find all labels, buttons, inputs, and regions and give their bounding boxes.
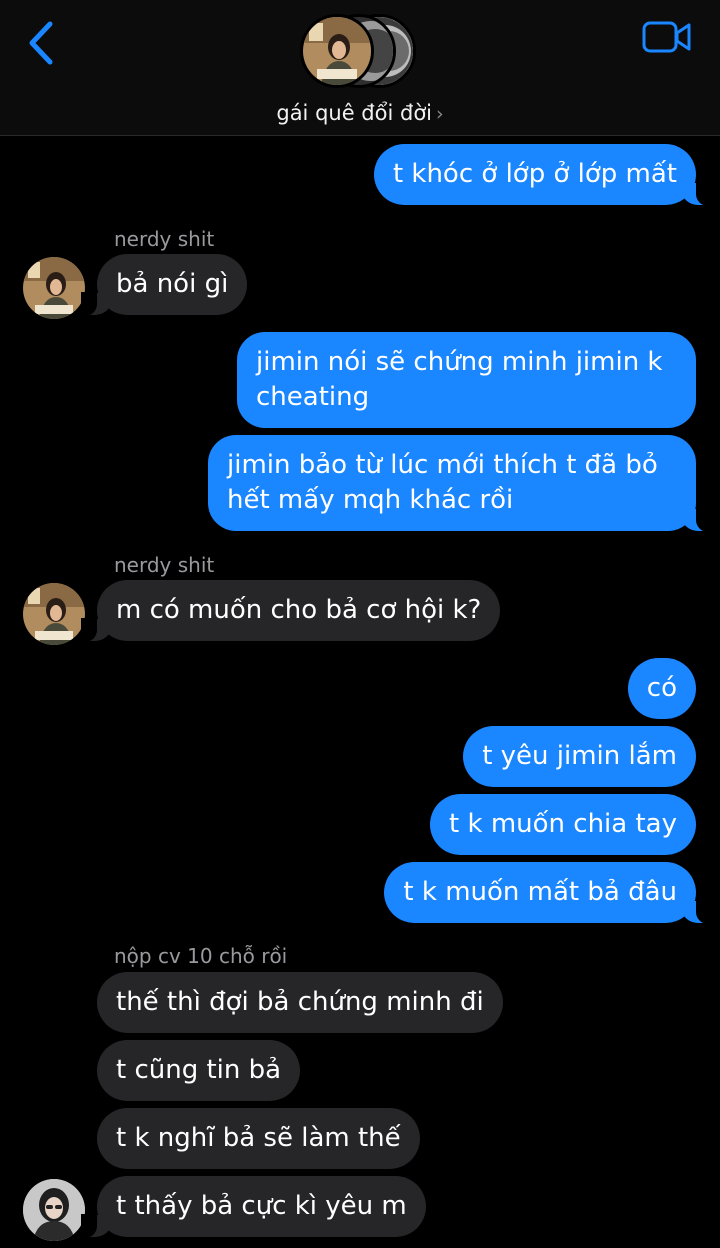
message-bubble-incoming[interactable]: bả nói gì	[80, 254, 248, 316]
message-text: t k muốn mất bả đâu	[403, 877, 677, 907]
message-bubble-outgoing[interactable]: t yêu jimin lắm	[463, 726, 696, 787]
group-avatar-stack[interactable]	[298, 14, 422, 94]
message-text: t k nghĩ bả sẽ làm thế	[116, 1123, 401, 1153]
message-text: t thấy bả cực kì yêu m	[116, 1191, 407, 1221]
conversation-title-text: gái quê đổi đời	[276, 101, 433, 125]
sender-name: nộp cv 10 chỗ rồi	[114, 944, 288, 968]
message-bubble-outgoing[interactable]: t k muốn chia tay	[430, 794, 696, 855]
sender-avatar[interactable]	[23, 257, 85, 319]
chevron-right-icon: ›	[436, 103, 444, 125]
message-bubble-outgoing[interactable]: jimin bảo từ lúc mới thích t đã bỏ hết m…	[208, 435, 712, 532]
message-bubble-outgoing[interactable]: jimin nói sẽ chứng minh jimin k cheating	[237, 332, 696, 428]
message-text: t k muốn chia tay	[449, 809, 677, 839]
message-text: jimin nói sẽ chứng minh jimin k cheating	[256, 347, 663, 412]
message-bubble-incoming[interactable]: thế thì đợi bả chứng minh đi	[97, 972, 503, 1033]
message-text: t khóc ở lớp ở lớp mất	[392, 159, 677, 189]
message-bubble-incoming[interactable]: t cũng tin bả	[97, 1040, 301, 1101]
message-text: có	[646, 673, 677, 703]
message-bubble-outgoing[interactable]: t khóc ở lớp ở lớp mất	[373, 144, 713, 206]
back-chevron-icon[interactable]	[24, 20, 64, 66]
message-bubble-outgoing[interactable]: t k muốn mất bả đâu	[384, 862, 712, 924]
video-camera-icon[interactable]	[642, 20, 692, 54]
message-bubble-incoming[interactable]: t k nghĩ bả sẽ làm thế	[97, 1108, 420, 1169]
sender-name: nerdy shit	[114, 227, 215, 251]
sender-name: nerdy shit	[114, 553, 215, 577]
message-text: t yêu jimin lắm	[482, 741, 677, 771]
message-text: m có muốn cho bả cơ hội k?	[116, 595, 482, 625]
message-bubble-incoming[interactable]: m có muốn cho bả cơ hội k?	[80, 580, 501, 642]
message-text: thế thì đợi bả chứng minh đi	[116, 987, 484, 1017]
message-text: jimin bảo từ lúc mới thích t đã bỏ hết m…	[227, 450, 658, 515]
message-text: bả nói gì	[116, 269, 229, 299]
conversation-title[interactable]: gái quê đổi đời ›	[0, 101, 720, 125]
message-text: t cũng tin bả	[116, 1055, 282, 1085]
group-avatar-front	[300, 14, 374, 88]
conversation-header: gái quê đổi đời ›	[0, 0, 720, 136]
message-bubble-outgoing[interactable]: có	[627, 658, 696, 719]
message-bubble-incoming[interactable]: t thấy bả cực kì yêu m	[81, 1176, 426, 1238]
sender-avatar[interactable]	[23, 583, 85, 645]
sender-avatar[interactable]	[23, 1179, 85, 1241]
